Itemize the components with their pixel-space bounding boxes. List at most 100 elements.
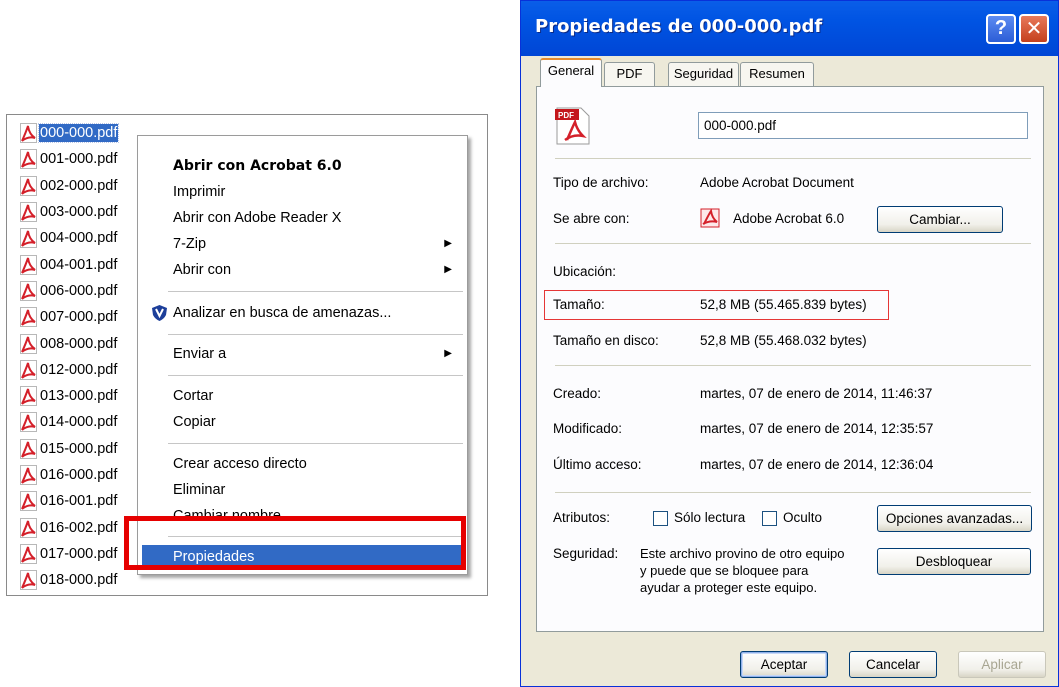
acrobat-icon [700,208,720,228]
file-list-item[interactable]: 018-000.pdf [20,567,118,593]
menu-item-send-to[interactable]: Enviar a ▶ [138,342,465,366]
file-list-item[interactable]: 004-000.pdf [20,225,118,251]
menu-item-label: 7-Zip [173,236,207,252]
cancel-button[interactable]: Cancelar [849,651,937,678]
menu-item-open-with[interactable]: Abrir con ▶ [138,258,465,282]
file-name: 004-000.pdf [40,230,118,247]
file-list-item[interactable]: 003-000.pdf [20,199,118,225]
file-list-item[interactable]: 006-000.pdf [20,278,118,304]
file-list-item[interactable]: 017-000.pdf [20,541,118,567]
menu-item-open-reader[interactable]: Abrir con Adobe Reader X [138,206,465,230]
divider [555,243,1031,244]
file-name: 018-000.pdf [40,572,118,589]
file-name: 000-000.pdf [37,123,120,144]
file-list-item[interactable]: 001-000.pdf [20,146,118,172]
pdf-file-icon [20,570,37,591]
file-list-item[interactable]: 004-001.pdf [20,251,118,277]
menu-separator [168,334,463,335]
menu-item-create-shortcut[interactable]: Crear acceso directo [138,452,465,476]
opens-with-value: Adobe Acrobat 6.0 [733,211,845,226]
menu-item-scan[interactable]: Analizar en busca de amenazas... [138,301,465,325]
file-list-item[interactable]: 012-000.pdf [20,357,118,383]
menu-item-delete[interactable]: Eliminar [138,478,465,502]
file-list-item[interactable]: 007-000.pdf [20,304,118,330]
pdf-file-icon [20,438,37,459]
file-name: 016-002.pdf [40,519,118,536]
menu-item-label: Enviar a [173,346,227,362]
divider [555,492,1031,493]
context-menu: Abrir con Acrobat 6.0 Imprimir Abrir con… [137,135,468,575]
hidden-checkbox[interactable] [762,511,777,526]
file-list-item[interactable]: 015-000.pdf [20,436,118,462]
pdf-file-icon [20,491,37,512]
properties-highlight-box [124,516,466,570]
security-label: Seguridad: [553,546,619,561]
tab-resumen[interactable]: Resumen [740,62,814,86]
menu-item-label: Abrir con Adobe Reader X [173,210,342,226]
file-name: 004-001.pdf [40,256,118,273]
pdf-file-icon [20,465,37,485]
pdf-file-icon [20,175,37,196]
file-name: 016-000.pdf [40,467,118,483]
menu-item-label: Abrir con [173,262,232,278]
file-list-item[interactable]: 000-000.pdf [20,120,120,146]
file-name: 008-000.pdf [40,335,118,352]
file-list-item[interactable]: 016-001.pdf [20,488,118,514]
size-on-disk-value: 52,8 MB (55.468.032 bytes) [700,333,867,348]
readonly-label: Sólo lectura [674,510,746,525]
filename-field[interactable] [698,112,1028,139]
pdf-file-icon [20,359,37,380]
attributes-label: Atributos: [553,510,611,525]
title-bar[interactable]: Propiedades de 000-000.pdf ? ✕ [521,1,1058,56]
menu-item-print[interactable]: Imprimir [138,180,465,204]
close-icon[interactable]: ✕ [1019,14,1049,44]
tab-general[interactable]: General [540,58,602,87]
divider [555,158,1031,159]
menu-item-open-acrobat[interactable]: Abrir con Acrobat 6.0 [138,154,465,178]
menu-item-7zip[interactable]: 7-Zip ▶ [138,232,465,256]
file-name: 013-000.pdf [40,388,118,405]
file-list-item[interactable]: 002-000.pdf [20,173,118,199]
size-highlight-box [544,290,889,320]
file-name: 007-000.pdf [40,309,118,326]
file-name: 003-000.pdf [40,204,118,221]
security-text-line-3: ayudar a proteger este equipo. [640,580,818,595]
unblock-button[interactable]: Desbloquear [877,548,1031,575]
file-list-item[interactable]: 008-000.pdf [20,330,118,356]
file-explorer: 000-000.pdf 001-000.pdf 002-000.pdf 003-000… [6,114,488,596]
help-icon[interactable]: ? [986,14,1016,44]
readonly-checkbox[interactable] [653,511,668,526]
accessed-label: Último acceso: [553,457,642,472]
file-list: 000-000.pdf 001-000.pdf 002-000.pdf 003-000… [20,120,120,593]
file-list-item[interactable]: 016-002.pdf [20,514,118,540]
menu-separator [168,291,463,292]
submenu-arrow-icon: ▶ [444,348,452,359]
created-value: martes, 07 de enero de 2014, 11:46:37 [700,386,933,401]
file-list-item[interactable]: 016-000.pdf [20,462,118,488]
apply-button[interactable]: Aplicar [958,651,1046,678]
tab-pdf[interactable]: PDF [604,62,655,86]
menu-item-label: Abrir con Acrobat 6.0 [173,158,342,174]
created-label: Creado: [553,386,602,401]
file-name: 014-000.pdf [40,414,118,431]
advanced-options-button[interactable]: Opciones avanzadas... [877,505,1032,532]
pdf-file-icon [20,149,37,170]
menu-item-copy[interactable]: Copiar [138,410,465,434]
file-list-item[interactable]: 013-000.pdf [20,383,118,409]
ok-button[interactable]: Aceptar [740,651,828,678]
file-list-item[interactable]: 014-000.pdf [20,409,118,435]
change-button[interactable]: Cambiar... [877,206,1003,233]
menu-item-cut[interactable]: Cortar [138,384,465,408]
pdf-file-icon [20,228,37,249]
pdf-file-icon: PDF [555,107,590,145]
pdf-file-icon [20,333,37,354]
modified-label: Modificado: [553,421,623,436]
file-name: 002-000.pdf [40,177,118,194]
file-name: 017-000.pdf [40,545,118,562]
hidden-label: Oculto [783,510,823,525]
submenu-arrow-icon: ▶ [444,238,452,249]
pdf-file-icon [20,280,37,301]
menu-item-label: Crear acceso directo [173,456,307,472]
pdf-file-icon [20,412,37,433]
tab-seguridad[interactable]: Seguridad [668,62,739,86]
